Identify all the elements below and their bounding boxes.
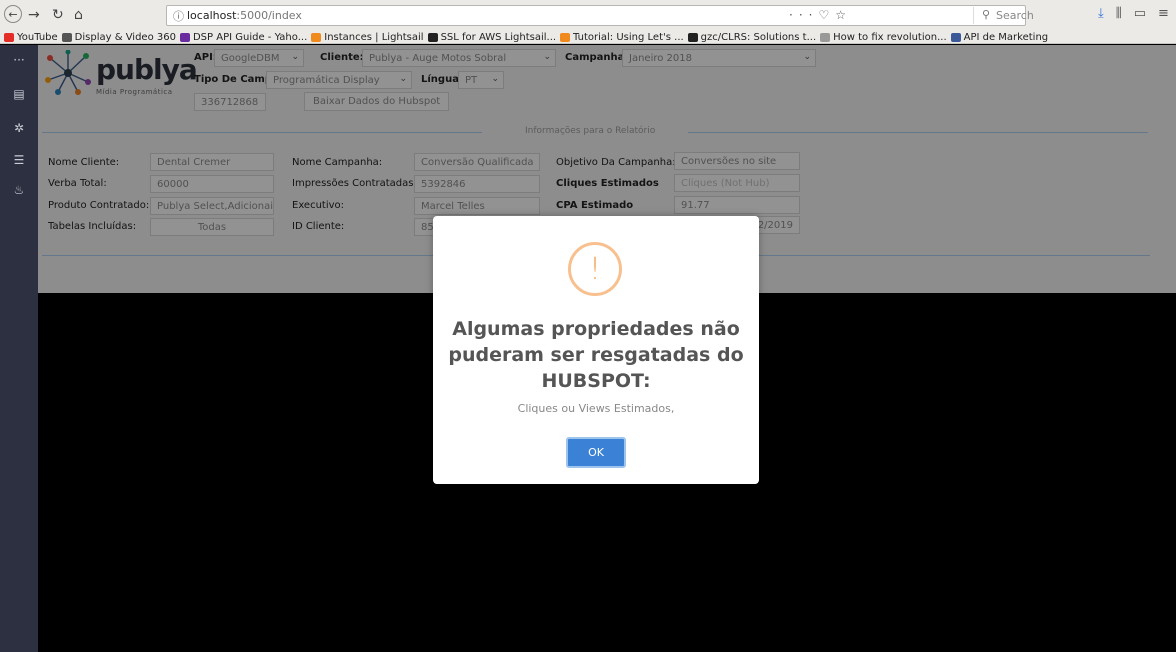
info-icon[interactable]: ⓘ xyxy=(173,8,184,24)
bookmark-favicon-icon xyxy=(560,32,571,42)
forward-button[interactable]: → xyxy=(28,6,40,24)
menu-icon[interactable]: ≡ xyxy=(1158,6,1169,21)
app-sidebar: ··· ▤ ✲ ☰ ♨ xyxy=(0,45,38,652)
bookmark-item[interactable]: API de Marketing xyxy=(950,31,1049,43)
back-button[interactable]: ← xyxy=(4,5,22,23)
nav-row: ← → ↻ ⌂ ⓘ localhost:5000/index ···♡☆ ⚲ S… xyxy=(0,0,1176,30)
url-bar[interactable]: ⓘ localhost:5000/index ···♡☆ ⚲ Search xyxy=(166,5,1034,26)
url-host: localhost xyxy=(187,9,237,22)
bookmark-label: SSL for AWS Lightsail... xyxy=(440,31,557,43)
bookmark-favicon-icon xyxy=(820,32,831,42)
bookmark-star-icon[interactable]: ☆ xyxy=(835,8,852,22)
alert-modal: ! Algumas propriedades não puderam ser r… xyxy=(433,216,759,484)
bookmark-item[interactable]: SSL for AWS Lightsail... xyxy=(427,31,557,43)
fire-icon[interactable]: ♨ xyxy=(0,179,38,201)
list-icon[interactable]: ☰ xyxy=(0,149,38,171)
pocket-icon[interactable]: ♡ xyxy=(818,8,835,22)
more-icon[interactable]: ··· xyxy=(0,49,38,71)
bookmark-favicon-icon xyxy=(61,32,72,42)
bookmark-item[interactable]: Instances | Lightsail xyxy=(311,31,424,43)
bookmark-item[interactable]: YouTube xyxy=(4,32,58,43)
modal-text: Cliques ou Views Estimados, xyxy=(517,402,675,415)
bookmark-label: Instances | Lightsail xyxy=(324,31,424,43)
more-actions-icon[interactable]: ··· xyxy=(789,8,818,22)
bookmark-label: gzc/CLRS: Solutions t... xyxy=(700,31,817,43)
url-path: :5000/index xyxy=(236,9,302,22)
bookmarks-bar: YouTube Display & Video 360 DSP API Guide … xyxy=(0,30,1176,44)
document-icon[interactable]: ▤ xyxy=(0,83,38,105)
search-placeholder: Search xyxy=(996,9,1034,22)
download-icon[interactable]: ⤓ xyxy=(1098,6,1104,21)
bookmark-label: DSP API Guide - Yaho... xyxy=(192,31,308,43)
reload-button[interactable]: ↻ xyxy=(52,6,64,24)
library-icon[interactable]: ⫼ xyxy=(1116,6,1122,21)
home-button[interactable]: ⌂ xyxy=(74,6,83,24)
gear-icon[interactable]: ✲ xyxy=(0,117,38,139)
bookmark-label: How to fix revolution... xyxy=(833,31,947,43)
bookmark-item[interactable]: gzc/CLRS: Solutions t... xyxy=(687,31,817,43)
page-actions: ···♡☆ xyxy=(789,8,852,22)
bookmark-item[interactable]: How to fix revolution... xyxy=(820,32,947,43)
bookmark-favicon-icon xyxy=(311,32,322,42)
toolbar-right: ⤓ ⫼ ▭ ≡ xyxy=(1098,6,1169,21)
warning-icon: ! xyxy=(568,242,622,296)
bookmark-favicon-icon xyxy=(179,32,190,42)
bookmark-item[interactable]: Display & Video 360 xyxy=(61,31,176,43)
browser-chrome: ← → ↻ ⌂ ⓘ localhost:5000/index ···♡☆ ⚲ S… xyxy=(0,0,1176,44)
bookmark-item[interactable]: DSP API Guide - Yaho... xyxy=(179,31,308,43)
bookmark-favicon-icon xyxy=(687,32,698,42)
bookmark-label: YouTube xyxy=(17,31,58,43)
search-icon: ⚲ xyxy=(982,8,991,21)
url-text: localhost:5000/index xyxy=(187,9,302,22)
modal-title: Algumas propriedades não puderam ser res… xyxy=(448,318,744,392)
sidebar-toggle-icon[interactable]: ▭ xyxy=(1134,6,1146,21)
bookmark-favicon-icon xyxy=(4,32,14,42)
bookmark-favicon-icon xyxy=(950,32,961,42)
bookmark-item[interactable]: Tutorial: Using Let's ... xyxy=(560,32,684,43)
bookmark-label: API de Marketing xyxy=(963,31,1049,43)
bookmark-label: Tutorial: Using Let's ... xyxy=(573,31,684,43)
ok-button[interactable]: OK xyxy=(566,437,626,468)
bookmark-favicon-icon xyxy=(427,32,438,42)
bookmark-label: Display & Video 360 xyxy=(74,31,176,43)
